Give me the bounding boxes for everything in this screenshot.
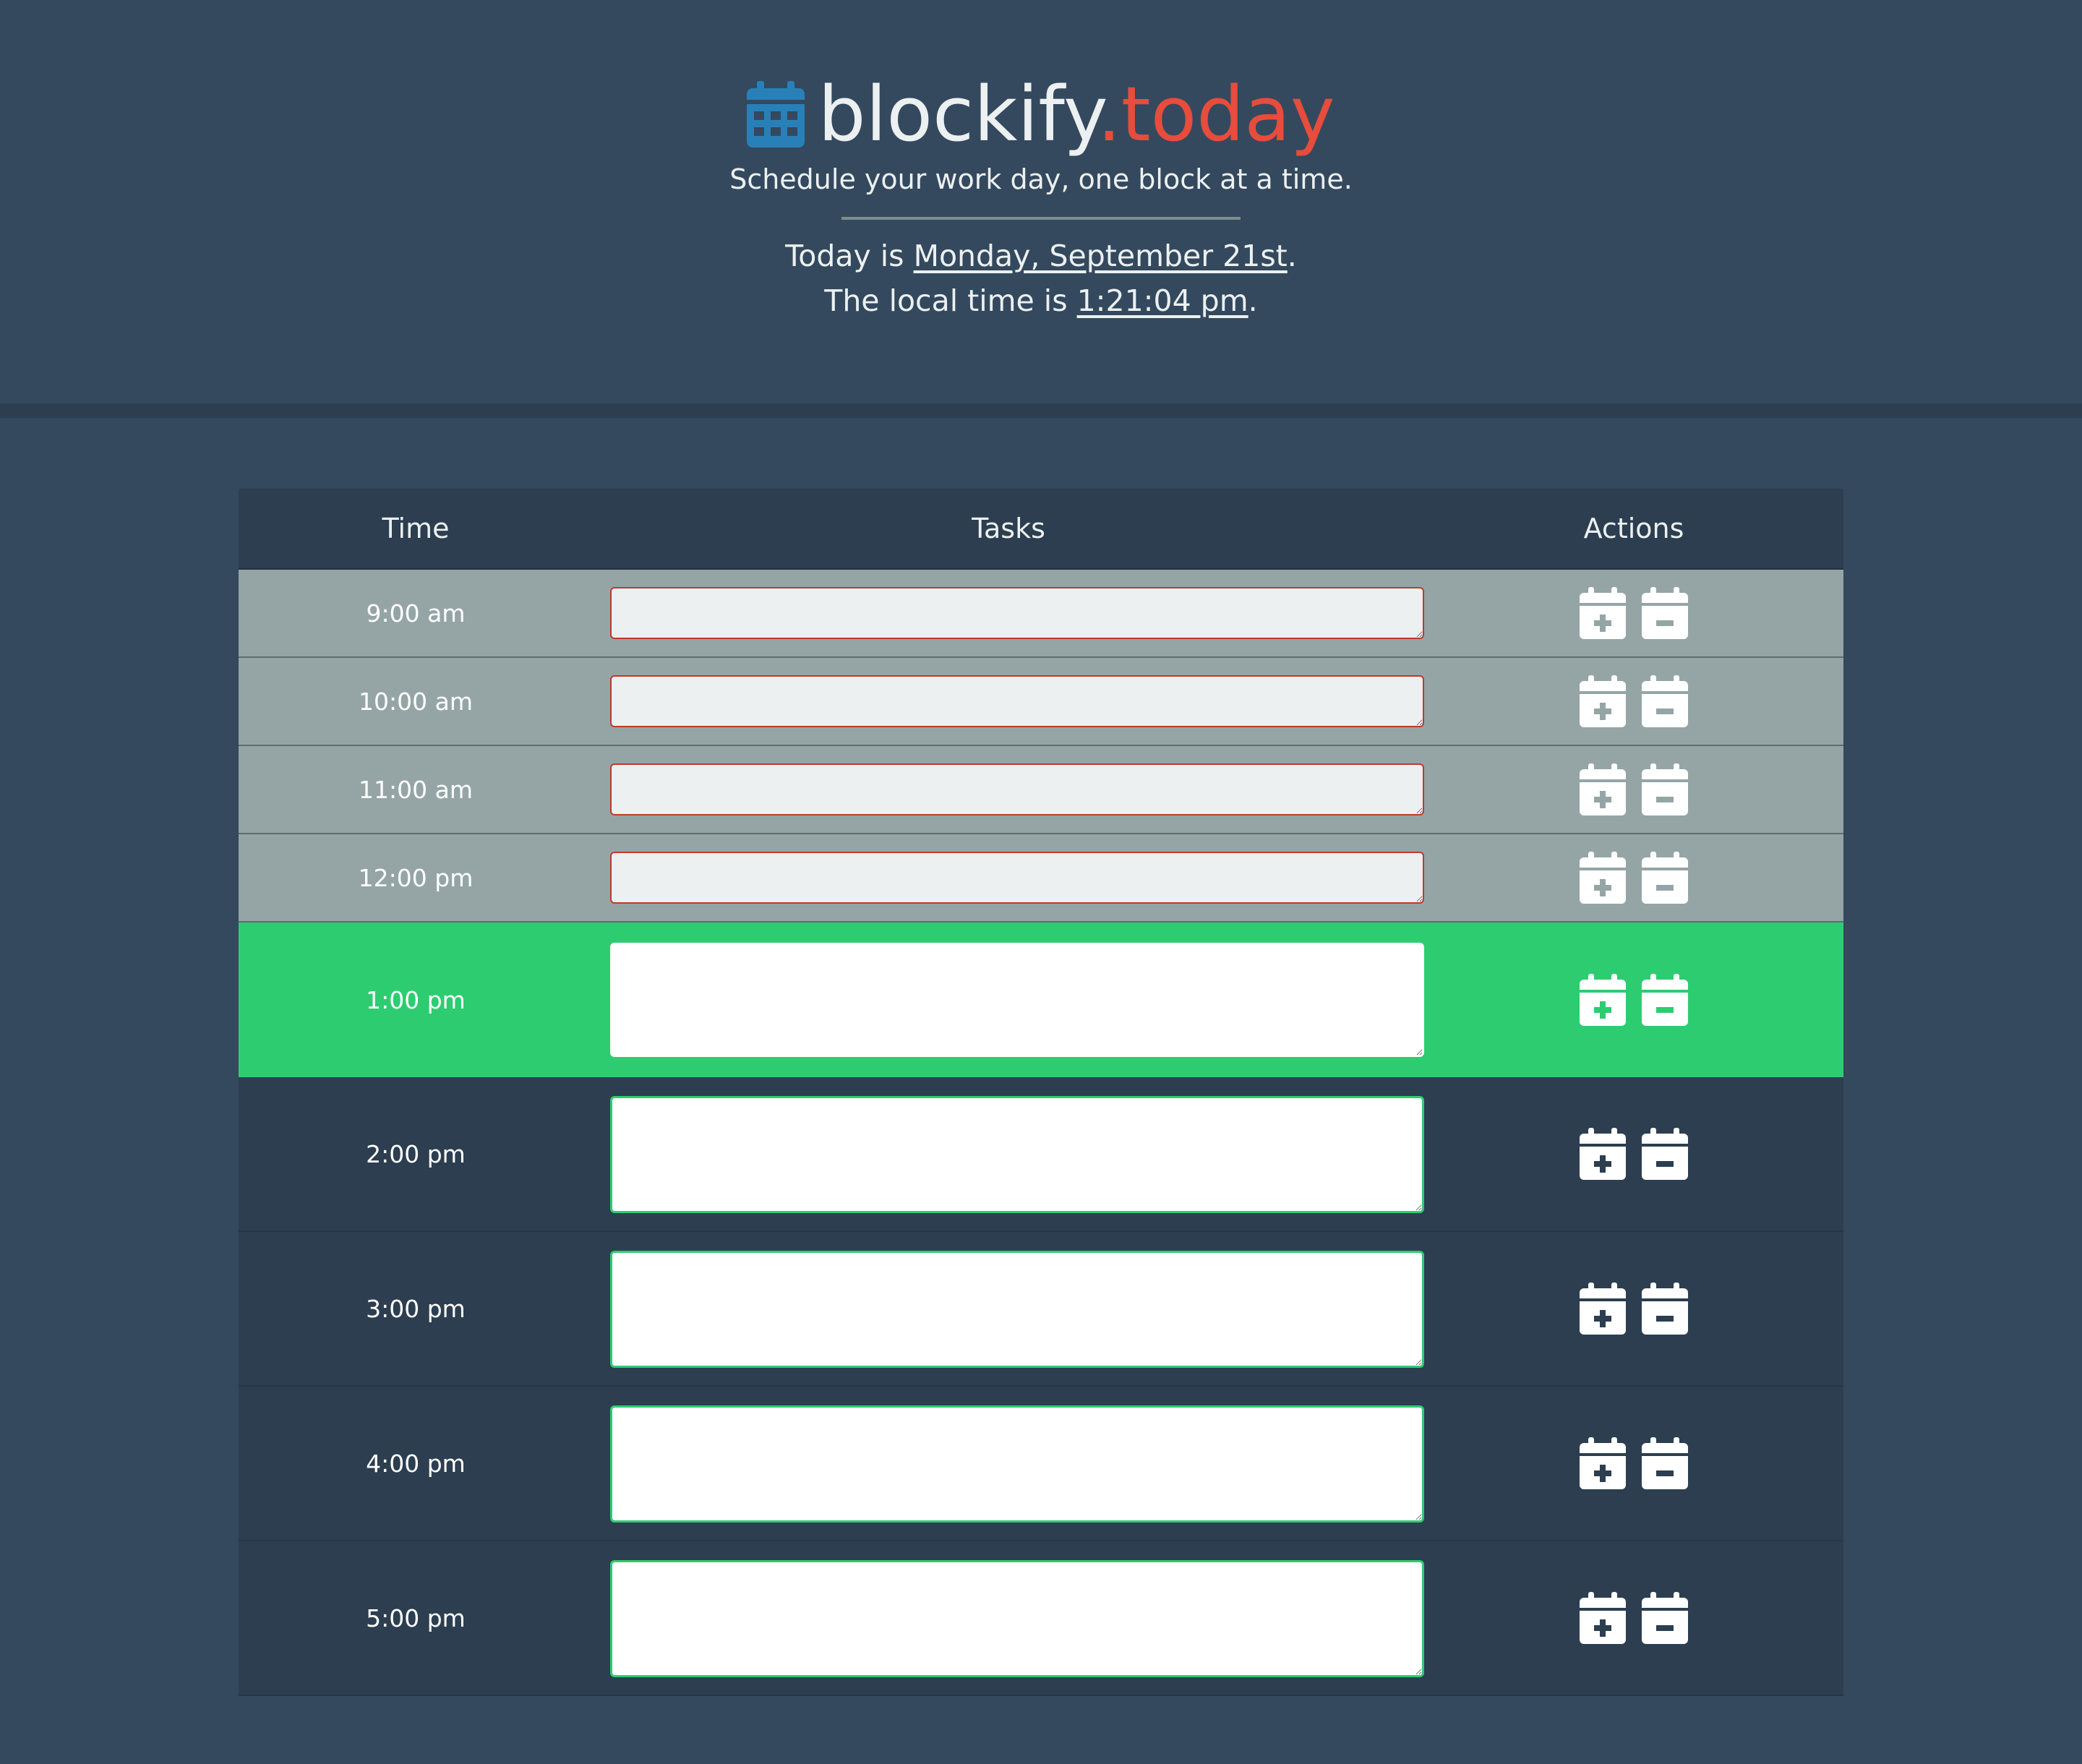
row-actions — [1424, 1387, 1843, 1540]
calendar-minus-icon[interactable] — [1642, 1128, 1688, 1180]
row-actions — [1424, 922, 1843, 1077]
task-input[interactable] — [610, 1405, 1424, 1523]
time-label: 5:00 pm — [366, 1604, 466, 1632]
calendar-plus-icon[interactable] — [1580, 1128, 1626, 1180]
header-tasks: Tasks — [972, 513, 1045, 544]
time-label: 9:00 am — [366, 599, 466, 628]
time-block-row: 9:00 am — [239, 570, 1843, 658]
row-actions — [1424, 1541, 1843, 1695]
calendar-minus-icon[interactable] — [1642, 1283, 1688, 1335]
row-actions — [1424, 746, 1843, 833]
calendar-plus-icon[interactable] — [1580, 1283, 1626, 1335]
today-suffix: . — [1287, 239, 1297, 273]
task-input[interactable] — [610, 1251, 1424, 1368]
time-block-row: 2:00 pm — [239, 1077, 1843, 1232]
task-input[interactable] — [610, 1096, 1424, 1213]
calendar-plus-icon[interactable] — [1580, 852, 1626, 904]
calendar-minus-icon[interactable] — [1642, 852, 1688, 904]
time-block-row: 10:00 am — [239, 658, 1843, 746]
time-block-row: 1:00 pm — [239, 922, 1843, 1077]
calendar-plus-icon[interactable] — [1580, 1592, 1626, 1644]
row-actions — [1424, 834, 1843, 921]
calendar-minus-icon[interactable] — [1642, 763, 1688, 815]
time-block-row: 3:00 pm — [239, 1232, 1843, 1387]
calendar-plus-icon[interactable] — [1580, 974, 1626, 1026]
time-block-row: 5:00 pm — [239, 1541, 1843, 1696]
planner-table: Time Tasks Actions 9:00 am 10:00 am 11:00 … — [239, 489, 1843, 1696]
table-body: 9:00 am 10:00 am 11:00 am 12:00 pm 1:00 pm 2:… — [239, 570, 1843, 1696]
calendar-logo-icon — [747, 78, 805, 147]
row-actions — [1424, 1232, 1843, 1385]
tagline: Schedule your work day, one block at a t… — [729, 163, 1353, 195]
table-header: Time Tasks Actions — [239, 489, 1843, 570]
time-label: 1:00 pm — [366, 985, 466, 1014]
time-label: 11:00 am — [359, 775, 473, 804]
current-time: 1:21:04 pm — [1076, 283, 1248, 318]
task-input[interactable] — [610, 852, 1424, 904]
task-input[interactable] — [610, 675, 1424, 727]
calendar-minus-icon[interactable] — [1642, 1592, 1688, 1644]
time-block-row: 12:00 pm — [239, 834, 1843, 922]
calendar-plus-icon[interactable] — [1580, 675, 1626, 727]
brand-tld: .today — [1097, 70, 1335, 158]
time-block-row: 4:00 pm — [239, 1387, 1843, 1541]
brand-name: blockify — [818, 70, 1097, 158]
time-label: 4:00 pm — [366, 1449, 466, 1478]
row-actions — [1424, 658, 1843, 745]
header-band — [0, 403, 2082, 418]
task-input[interactable] — [610, 943, 1424, 1057]
header-time: Time — [382, 513, 450, 544]
time-block-row: 11:00 am — [239, 746, 1843, 834]
row-actions — [1424, 1077, 1843, 1230]
time-label: 3:00 pm — [366, 1294, 466, 1323]
time-label: 10:00 am — [359, 687, 473, 716]
calendar-plus-icon[interactable] — [1580, 1437, 1626, 1489]
site-header: blockify.today Schedule your work day, o… — [0, 0, 2082, 403]
time-line: The local time is 1:21:04 pm. — [0, 281, 2082, 321]
today-line: Today is Monday, September 21st. — [0, 236, 2082, 276]
brand-title: blockify.today — [0, 71, 2082, 158]
time-label: 2:00 pm — [366, 1139, 466, 1168]
time-label: 12:00 pm — [358, 863, 474, 892]
calendar-minus-icon[interactable] — [1642, 675, 1688, 727]
calendar-plus-icon[interactable] — [1580, 763, 1626, 815]
today-prefix: Today is — [785, 239, 914, 273]
calendar-minus-icon[interactable] — [1642, 974, 1688, 1026]
time-prefix: The local time is — [824, 283, 1077, 318]
current-date: Monday, September 21st — [913, 239, 1288, 273]
header-divider — [841, 217, 1241, 220]
task-input[interactable] — [610, 587, 1424, 639]
time-suffix: . — [1248, 283, 1258, 318]
calendar-minus-icon[interactable] — [1642, 1437, 1688, 1489]
task-input[interactable] — [610, 763, 1424, 815]
row-actions — [1424, 570, 1843, 656]
calendar-minus-icon[interactable] — [1642, 587, 1688, 639]
task-input[interactable] — [610, 1560, 1424, 1677]
header-actions: Actions — [1583, 513, 1684, 544]
calendar-plus-icon[interactable] — [1580, 587, 1626, 639]
